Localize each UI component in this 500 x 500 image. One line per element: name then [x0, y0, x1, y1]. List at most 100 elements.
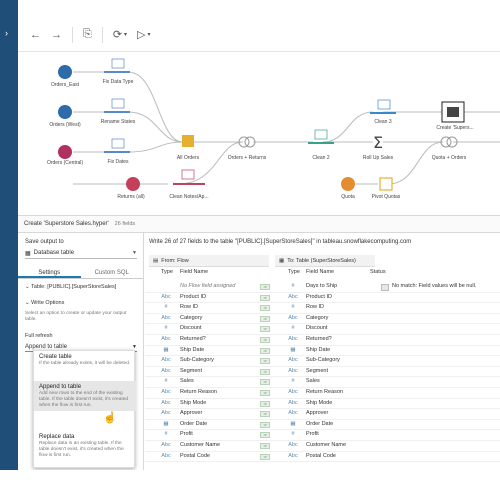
map-arrow-icon[interactable]: ⇒ — [260, 294, 270, 301]
from-field-name[interactable]: Category — [180, 315, 202, 321]
table-row[interactable]: # Discount ⇒ # Discount — [145, 324, 500, 335]
map-arrow-icon[interactable]: ⇒ — [260, 284, 270, 290]
expand-chevron-icon[interactable]: › — [5, 28, 8, 38]
from-type-icon: Abc — [161, 389, 171, 395]
to-table-header: ▦ To: Table (SuperStoreSales) — [275, 255, 375, 267]
database-icon — [58, 65, 72, 79]
tab-settings[interactable]: Settings — [18, 267, 81, 278]
to-type-icon: Abc — [288, 452, 298, 459]
map-arrow-icon[interactable]: ⇒ — [260, 305, 270, 312]
from-field-name[interactable]: Customer Name — [180, 442, 220, 448]
node-label[interactable]: Orders_East — [51, 82, 79, 88]
to-field-name: Return Reason — [306, 389, 343, 395]
to-type-icon: # — [291, 378, 295, 385]
map-arrow-icon[interactable]: ⇒ — [260, 326, 270, 333]
from-field-name[interactable]: Returned? — [180, 336, 206, 342]
map-arrow-icon[interactable]: ⇒ — [260, 337, 270, 343]
write-options-toggle[interactable]: ⌄ Write Options — [25, 300, 64, 306]
table-row[interactable]: Abc Category ⇒ Abc Category — [145, 314, 500, 325]
map-arrow-icon[interactable]: ⇒ — [260, 347, 270, 354]
map-arrow-icon[interactable]: ⇒ — [260, 443, 270, 449]
table-row[interactable]: Abc Customer Name ⇒ Abc Customer Name — [145, 441, 500, 452]
node-label[interactable]: Orders (Central) — [47, 160, 83, 166]
node-label[interactable]: Clean 3 — [374, 119, 391, 125]
node-label[interactable]: Rename States — [101, 119, 135, 125]
step-bar — [308, 142, 334, 144]
run-icon[interactable]: ▷ ▾ — [137, 28, 150, 41]
from-field-name[interactable]: Product ID — [180, 294, 206, 300]
refresh-icon[interactable]: ⟳ ▾ — [113, 28, 127, 41]
from-field-name[interactable]: Ship Date — [180, 347, 204, 353]
from-field-name[interactable]: Segment — [180, 368, 202, 374]
from-field-name[interactable]: Return Reason — [180, 389, 217, 395]
table-row[interactable]: Abc Postal Code ⇒ Abc Postal Code — [145, 452, 500, 463]
table-row[interactable]: Abc Product ID ⇒ Abc Product ID — [145, 293, 500, 304]
menu-item-desc: Add new rows to the end of the existing … — [39, 391, 129, 408]
save-output-value: Database table — [33, 250, 75, 256]
field-mapping-pane: Write 26 of 27 fields to the table "[PUB… — [145, 233, 500, 470]
from-type-icon: Abc — [161, 442, 171, 448]
map-arrow-icon[interactable]: ⇒ — [260, 432, 270, 439]
save-output-select[interactable]: ▦ Database table ▼ — [25, 248, 137, 259]
from-field-name[interactable]: Row ID — [180, 304, 198, 310]
menu-item-title: Create table — [39, 354, 72, 360]
menu-item-create-table[interactable]: Create table If the table already exists… — [34, 351, 136, 370]
to-type-icon: Abc — [288, 367, 298, 374]
to-label: To: Table (SuperStoreSales) — [287, 257, 356, 264]
table-row[interactable]: Abc Segment ⇒ Abc Segment — [145, 367, 500, 378]
map-arrow-icon[interactable]: ⇒ — [260, 390, 270, 396]
map-arrow-icon[interactable]: ⇒ — [260, 315, 270, 322]
arrow-left-icon[interactable]: ← — [30, 29, 41, 41]
menu-item-append-to-table[interactable]: Append to table Add new rows to the end … — [34, 381, 136, 412]
arrow-right-icon[interactable]: → — [51, 29, 62, 41]
node-label[interactable]: Fix Data Type — [103, 79, 134, 85]
menu-item-replace-data[interactable]: Replace data Replace data in an existing… — [34, 431, 136, 461]
map-arrow-icon[interactable]: ⇒ — [260, 421, 270, 428]
bottom-strip — [0, 470, 500, 500]
node-label[interactable]: Quota + Orders — [432, 155, 467, 161]
table-row[interactable]: Abc Ship Mode ⇒ Abc Ship Mode — [145, 399, 500, 410]
table-row[interactable]: ▦ Order Date ⇒ ▦ Order Date — [145, 420, 500, 431]
table-toggle[interactable]: ⌄ Table: [PUBLIC].[SuperStoreSales] — [25, 284, 116, 290]
table-row[interactable]: Abc Returned? ⇒ Abc Returned? — [145, 335, 500, 346]
node-label[interactable]: Pivot Quotas — [372, 194, 401, 200]
map-arrow-icon[interactable]: ⇒ — [260, 400, 270, 407]
table-row[interactable]: Abc Approver ⇒ Abc Approver — [145, 409, 500, 420]
from-field-name[interactable]: Discount — [180, 325, 201, 331]
table-row[interactable]: # Profit ⇒ # Profit — [145, 430, 500, 441]
panel-title: Create 'Superstore Sales.hyper' — [24, 221, 109, 227]
node-label[interactable]: All Orders — [177, 155, 199, 161]
from-field-name[interactable]: Order Date — [180, 421, 207, 427]
table-row[interactable]: No Flow field assigned ⇒ # Days to Ship No m… — [145, 282, 500, 293]
node-label[interactable]: Fix Dates — [107, 159, 128, 165]
tab-custom-sql[interactable]: Custom SQL — [81, 267, 144, 278]
table-row[interactable]: ▦ Ship Date ⇒ ▦ Ship Date — [145, 346, 500, 357]
from-field-name[interactable]: Postal Code — [180, 453, 210, 459]
from-field-name[interactable]: Sales — [180, 378, 194, 384]
node-label[interactable]: Clean 2 — [312, 155, 329, 161]
from-field-name[interactable]: Profit — [180, 431, 193, 437]
table-row[interactable]: Abc Return Reason ⇒ Abc Return Reason — [145, 388, 500, 399]
node-label[interactable]: Roll Up Sales — [363, 155, 393, 161]
table-row[interactable]: Abc Sub-Category ⇒ Abc Sub-Category — [145, 356, 500, 367]
node-label[interactable]: Create 'Supers... — [436, 125, 473, 131]
map-arrow-icon[interactable]: ⇒ — [260, 368, 270, 375]
node-label[interactable]: Clean Notes/Ap... — [169, 194, 208, 200]
map-arrow-icon[interactable]: ⇒ — [260, 379, 270, 386]
write-mode-value: Append to table — [25, 343, 68, 350]
to-type-icon: Abc — [288, 399, 298, 406]
map-arrow-icon[interactable]: ⇒ — [260, 453, 270, 460]
node-label[interactable]: Orders (West) — [49, 122, 80, 128]
from-field-name[interactable]: Ship Mode — [180, 400, 206, 406]
table-row[interactable]: # Sales ⇒ # Sales — [145, 377, 500, 388]
from-field-name[interactable]: Sub-Category — [180, 357, 214, 363]
undo-icon[interactable]: ⎘ — [83, 28, 92, 41]
table-row[interactable]: # Row ID ⇒ # Row ID — [145, 303, 500, 314]
map-arrow-icon[interactable]: ⇒ — [260, 411, 270, 418]
node-label[interactable]: Returns (all) — [117, 194, 144, 200]
node-label[interactable]: Quota — [341, 194, 355, 200]
map-arrow-icon[interactable]: ⇒ — [260, 358, 270, 365]
from-field-name[interactable]: Approver — [180, 410, 202, 416]
node-label[interactable]: Orders + Returns — [228, 155, 267, 161]
from-field-name[interactable]: No Flow field assigned — [180, 283, 235, 289]
